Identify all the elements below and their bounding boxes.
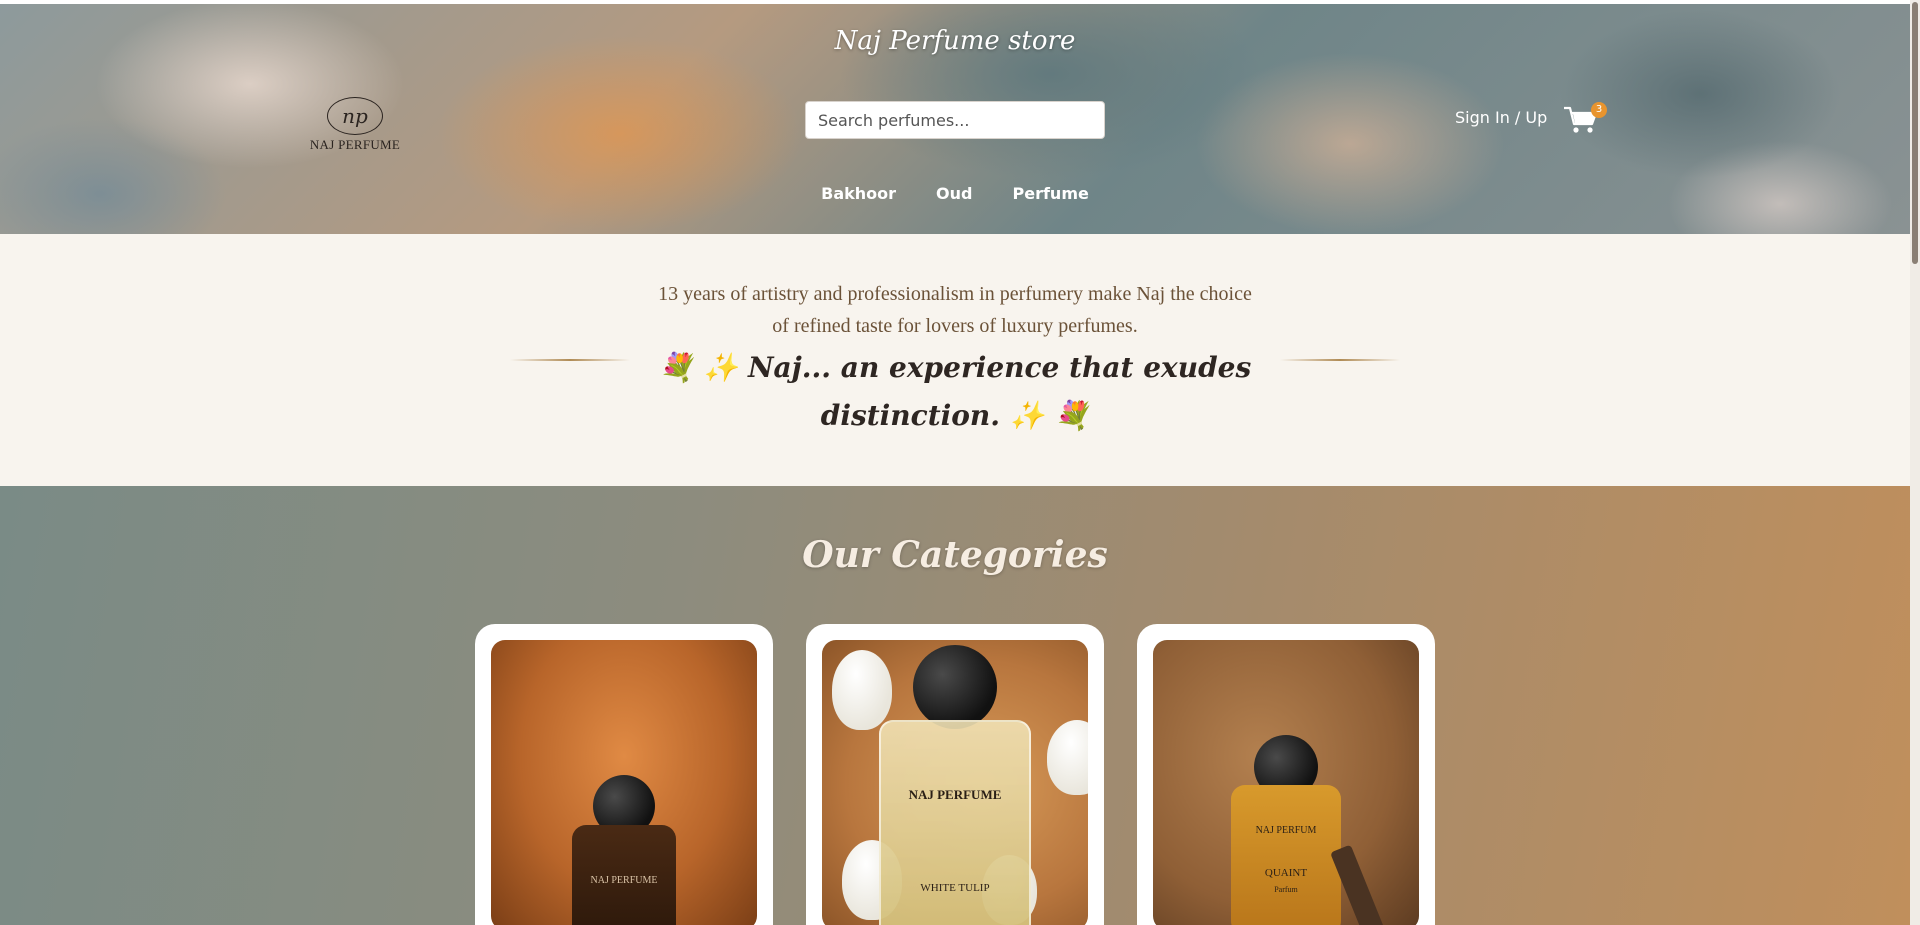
nav-item-perfume[interactable]: Perfume bbox=[1013, 184, 1089, 203]
scrollbar[interactable] bbox=[1910, 0, 1920, 925]
intro-line-1: 13 years of artistry and professionalism… bbox=[658, 283, 1252, 305]
tagline: 💐 ✨ Naj... an experience that exudes dis… bbox=[0, 344, 1910, 440]
bottle-label: NAJ PERFUME bbox=[908, 787, 1002, 802]
nav-item-oud[interactable]: Oud bbox=[936, 184, 972, 203]
intro-section: 13 years of artistry and professionalism… bbox=[0, 234, 1910, 486]
categories-section: Our Categories NAJ PERFUME NAJ PERFUME W… bbox=[0, 486, 1910, 925]
bottle-label: NAJ PERFUME bbox=[590, 875, 658, 886]
scrollbar-thumb[interactable] bbox=[1912, 2, 1918, 264]
logo-text: NAJ PERFUME bbox=[309, 137, 401, 152]
site-header: Naj Perfume store np NAJ PERFUME Sign In… bbox=[0, 4, 1910, 234]
intro-line-2: of refined taste for lovers of luxury pe… bbox=[772, 315, 1138, 337]
categories-title: Our Categories bbox=[802, 534, 1108, 576]
cart-count-badge: 3 bbox=[1591, 102, 1607, 118]
bottle-label: NAJ PERFUM bbox=[1255, 825, 1317, 836]
sign-in-link[interactable]: Sign In / Up bbox=[1455, 108, 1547, 127]
bottle-sub: Parfum bbox=[1274, 885, 1298, 894]
category-card[interactable]: NAJ PERFUME WHITE TULIP bbox=[806, 624, 1104, 925]
page: Naj Perfume store np NAJ PERFUME Sign In… bbox=[0, 0, 1910, 925]
logo[interactable]: np NAJ PERFUME bbox=[300, 90, 410, 160]
main-nav: Bakhoor Oud Perfume bbox=[0, 184, 1910, 203]
category-image: NAJ PERFUME bbox=[491, 640, 757, 925]
store-title: Naj Perfume store bbox=[834, 26, 1076, 56]
logo-mark: np bbox=[327, 97, 383, 135]
bottle-glass: NAJ PERFUME WHITE TULIP bbox=[879, 720, 1031, 925]
tagline-line-1: 💐 ✨ Naj... an experience that exudes bbox=[658, 351, 1252, 384]
tulip bbox=[1047, 720, 1088, 795]
intro-text: 13 years of artistry and professionalism… bbox=[0, 278, 1910, 342]
search-input[interactable] bbox=[805, 101, 1105, 139]
category-card[interactable]: NAJ PERFUM QUAINT Parfum bbox=[1137, 624, 1435, 925]
category-image: NAJ PERFUM QUAINT Parfum bbox=[1153, 640, 1419, 925]
category-image: NAJ PERFUME WHITE TULIP bbox=[822, 640, 1088, 925]
tagline-line-2: distinction. ✨ 💐 bbox=[820, 399, 1090, 432]
nav-item-bakhoor[interactable]: Bakhoor bbox=[821, 184, 896, 203]
bottle-glass: NAJ PERFUME bbox=[572, 825, 676, 925]
bottle-cap bbox=[913, 645, 997, 729]
bottle-glass: NAJ PERFUM QUAINT Parfum bbox=[1231, 785, 1341, 925]
tulip bbox=[832, 650, 892, 730]
category-card[interactable]: NAJ PERFUME bbox=[475, 624, 773, 925]
bottle-name: WHITE TULIP bbox=[920, 882, 990, 894]
bottle-name: QUAINT bbox=[1264, 867, 1308, 879]
